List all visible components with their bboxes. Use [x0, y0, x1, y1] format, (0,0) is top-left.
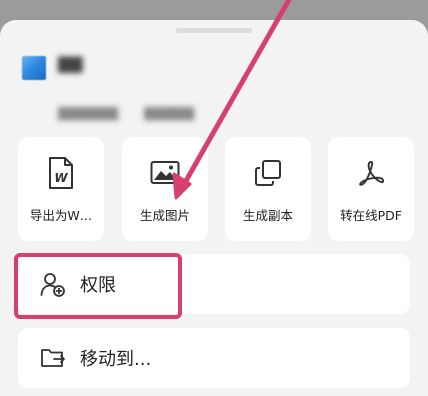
- annotation-arrow: [172, 0, 292, 200]
